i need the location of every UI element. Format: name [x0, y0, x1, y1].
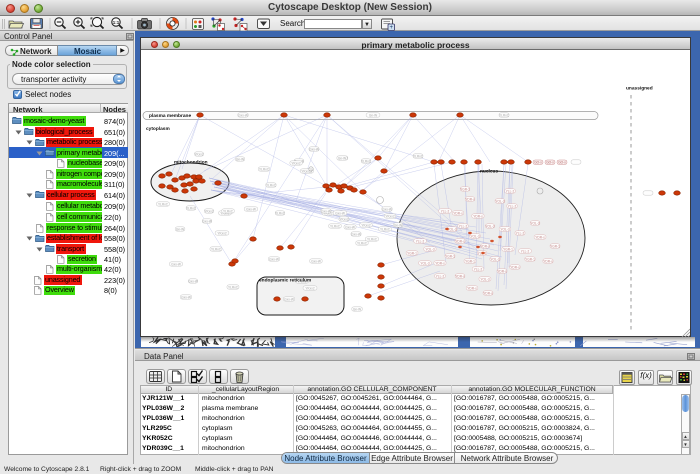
svg-text:YDR-x: YDR-x — [467, 286, 477, 290]
svg-text:YLRxC: YLRxC — [499, 113, 510, 117]
svg-text:YLRxC: YLRxC — [228, 285, 239, 289]
svg-text:mitochondrion: mitochondrion — [174, 160, 208, 166]
svg-text:YDR-x: YDR-x — [473, 214, 483, 218]
svg-text:YLL-2: YLL-2 — [474, 267, 483, 271]
svg-text:plasma membrane: plasma membrane — [149, 113, 191, 119]
svg-text:Gxx-W: Gxx-W — [269, 257, 279, 261]
svg-text:Gxx-W: Gxx-W — [345, 225, 355, 229]
svg-text:GO-x: GO-x — [534, 160, 542, 164]
svg-text:YDR-x: YDR-x — [465, 197, 475, 201]
svg-text:YGR-1: YGR-1 — [503, 247, 513, 251]
svg-text:YLL-2: YLL-2 — [506, 189, 515, 193]
svg-text:YGR-1: YGR-1 — [550, 244, 560, 248]
svg-text:YLL-2: YLL-2 — [459, 224, 468, 228]
svg-text:YLL-2: YLL-2 — [516, 231, 525, 235]
svg-text:YKxx2: YKxx2 — [339, 217, 348, 221]
svg-text:YGR-1: YGR-1 — [460, 187, 470, 191]
svg-text:Gxx-W: Gxx-W — [351, 232, 361, 236]
svg-text:Gxx-W: Gxx-W — [335, 211, 345, 215]
svg-text:YDR-x: YDR-x — [455, 239, 465, 243]
svg-text:YGR-1: YGR-1 — [465, 259, 475, 263]
svg-text:YKxx2: YKxx2 — [361, 223, 370, 227]
svg-text:YOL-3: YOL-3 — [530, 221, 539, 225]
svg-text:YGR-1: YGR-1 — [525, 257, 535, 261]
svg-text:Gxx-W: Gxx-W — [382, 207, 392, 211]
svg-text:YOL-3: YOL-3 — [495, 199, 504, 203]
svg-text:YDR-x: YDR-x — [453, 211, 463, 215]
svg-text:YKxx2: YKxx2 — [301, 169, 310, 173]
svg-text:unassigned: unassigned — [626, 86, 653, 92]
svg-text:YLRxC: YLRxC — [357, 241, 368, 245]
svg-text:1:1: 1:1 — [113, 20, 120, 25]
svg-text:YKxx2: YKxx2 — [291, 161, 300, 165]
svg-text:YLRxC: YLRxC — [275, 211, 286, 215]
svg-text:YLL-2: YLL-2 — [508, 204, 517, 208]
svg-text:Gxx-W: Gxx-W — [321, 209, 331, 213]
svg-text:YGR-1: YGR-1 — [407, 251, 417, 255]
svg-text:YOL-3: YOL-3 — [480, 277, 489, 281]
svg-text:YDR-x: YDR-x — [543, 259, 553, 263]
svg-text:Gxx-W: Gxx-W — [311, 259, 321, 263]
svg-text:YOL-3: YOL-3 — [447, 227, 456, 231]
svg-text:Gxx-W: Gxx-W — [309, 147, 319, 151]
svg-text:YKxx2: YKxx2 — [305, 286, 314, 290]
svg-text:YLRxC: YLRxC — [223, 209, 234, 213]
svg-text:YDR-x: YDR-x — [483, 291, 493, 295]
svg-text:GO-x: GO-x — [546, 160, 554, 164]
svg-text:Gn-W: Gn-W — [338, 156, 346, 160]
svg-text:Gxx-W: Gxx-W — [202, 219, 212, 223]
svg-text:YLRxC: YLRxC — [380, 227, 391, 231]
svg-text:YLRxC: YLRxC — [367, 237, 378, 241]
svg-text:Gxx-W: Gxx-W — [238, 113, 248, 117]
svg-text:YOL-3: YOL-3 — [485, 224, 494, 228]
svg-text:Gn-W: Gn-W — [176, 227, 184, 231]
svg-text:YKxx2: YKxx2 — [204, 209, 213, 213]
svg-text:Gn-W: Gn-W — [394, 223, 402, 227]
svg-text:YLRxC: YLRxC — [266, 183, 277, 187]
svg-text:Gn-W: Gn-W — [353, 307, 361, 311]
svg-text:YDR-x: YDR-x — [480, 244, 490, 248]
svg-text:nucleus: nucleus — [480, 169, 498, 175]
svg-text:Gxx-W: Gxx-W — [171, 262, 181, 266]
svg-text:YLRxC: YLRxC — [259, 167, 270, 171]
svg-text:Gn-W: Gn-W — [236, 157, 244, 161]
svg-text:endoplasmic reticulum: endoplasmic reticulum — [259, 278, 311, 284]
svg-text:YLRxC: YLRxC — [158, 202, 169, 206]
svg-text:YDR-x: YDR-x — [497, 269, 507, 273]
svg-text:YLL-2: YLL-2 — [416, 239, 425, 243]
svg-text:YOL-3: YOL-3 — [500, 227, 509, 231]
svg-text:Gxx-W: Gxx-W — [181, 295, 191, 299]
svg-text:Gxx-W: Gxx-W — [284, 297, 294, 301]
svg-text:cytoplasm: cytoplasm — [146, 126, 170, 132]
svg-text:YLL-2: YLL-2 — [521, 249, 530, 253]
svg-text:YDR-x: YDR-x — [535, 235, 545, 239]
svg-text:YLRxC: YLRxC — [211, 247, 222, 251]
svg-text:YDR-x: YDR-x — [510, 265, 520, 269]
svg-text:YOL-3: YOL-3 — [420, 261, 429, 265]
svg-text:YOL-3: YOL-3 — [490, 257, 499, 261]
svg-text:YLL-2: YLL-2 — [441, 209, 450, 213]
svg-text:YLL-2: YLL-2 — [436, 274, 445, 278]
svg-text:YLRxC: YLRxC — [361, 159, 372, 163]
svg-text:YKxx2: YKxx2 — [194, 152, 203, 156]
svg-text:YLRxC: YLRxC — [413, 154, 424, 158]
svg-text:YOL-3: YOL-3 — [470, 234, 479, 238]
svg-text:+: + — [389, 25, 393, 31]
svg-text:Gn-W: Gn-W — [369, 113, 377, 117]
svg-text:YLRxC: YLRxC — [330, 224, 341, 228]
svg-text:YKxx2: YKxx2 — [385, 214, 394, 218]
svg-text:YLRxC: YLRxC — [186, 206, 197, 210]
svg-text:YOL-3: YOL-3 — [425, 247, 434, 251]
svg-text:YGR-1: YGR-1 — [445, 254, 455, 258]
svg-text:Gxx-W: Gxx-W — [188, 279, 198, 283]
svg-text:Gxx-W: Gxx-W — [246, 207, 256, 211]
svg-text:GO-x: GO-x — [558, 160, 566, 164]
svg-text:YDR-x: YDR-x — [435, 261, 445, 265]
svg-text:YDR-x: YDR-x — [455, 274, 465, 278]
svg-text:YKxx2: YKxx2 — [217, 231, 226, 235]
